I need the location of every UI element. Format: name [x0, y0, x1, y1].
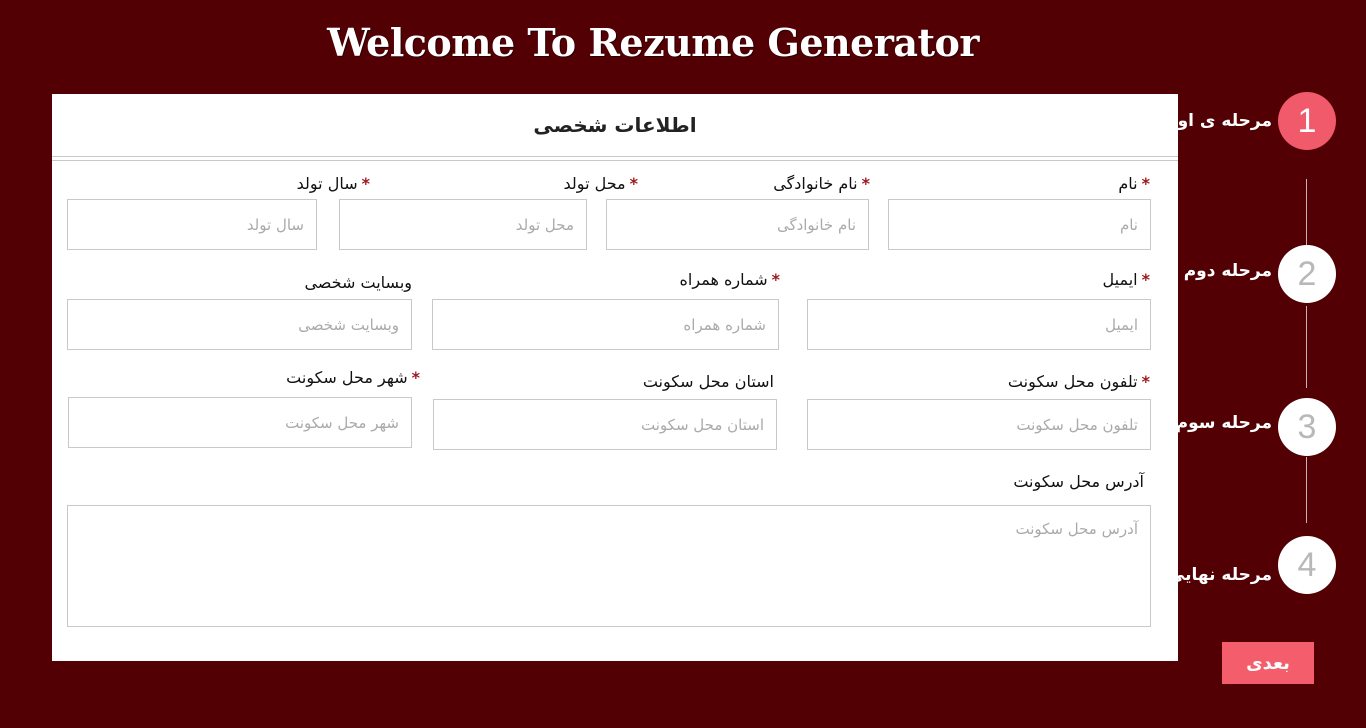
website-label: وبسایت شخصی: [304, 273, 412, 292]
step-connector: [1306, 457, 1307, 523]
step-4-circle: 4: [1278, 536, 1336, 594]
mobile-input[interactable]: [432, 299, 779, 350]
required-mark: *: [771, 270, 780, 289]
section-title: اطلاعات شخصی: [533, 113, 697, 137]
required-mark: *: [861, 174, 870, 193]
address-textarea[interactable]: [67, 505, 1151, 627]
city-input[interactable]: [68, 397, 412, 448]
step-1-label: مرحله ی اول: [1162, 111, 1272, 131]
header-divider: [52, 156, 1178, 157]
last-name-input[interactable]: [606, 199, 869, 250]
province-label: استان محل سکونت: [642, 372, 774, 391]
email-input[interactable]: [807, 299, 1151, 350]
step-2-circle: 2: [1278, 245, 1336, 303]
personal-info-card: اطلاعات شخصی *نام *نام خانوادگی *محل تول…: [52, 94, 1178, 661]
required-mark: *: [1141, 372, 1150, 391]
birth-place-label: *محل تولد: [563, 174, 638, 193]
required-mark: *: [361, 174, 370, 193]
home-phone-input[interactable]: [807, 399, 1151, 450]
required-mark: *: [629, 174, 638, 193]
mobile-label: *شماره همراه: [679, 270, 780, 289]
next-button[interactable]: بعدی: [1222, 642, 1314, 684]
email-label: *ایمیل: [1102, 270, 1150, 289]
last-name-label: *نام خانوادگی: [773, 174, 870, 193]
page-title: Welcome To Rezume Generator: [327, 20, 979, 65]
first-name-label: *نام: [1118, 174, 1150, 193]
province-input[interactable]: [433, 399, 777, 450]
first-name-input[interactable]: [888, 199, 1151, 250]
step-1-circle: 1: [1278, 92, 1336, 150]
step-4-label: مرحله نهایی: [1167, 565, 1272, 585]
home-phone-label: *تلفون محل سکونت: [1007, 372, 1150, 391]
step-3-label: مرحله سوم: [1175, 413, 1272, 433]
address-label: آدرس محل سکونت: [1013, 472, 1144, 491]
birth-year-input[interactable]: [67, 199, 317, 250]
city-label: *شهر محل سکونت: [286, 368, 420, 387]
step-connector: [1306, 306, 1307, 388]
required-mark: *: [1141, 174, 1150, 193]
step-progress: 1 مرحله ی اول 2 مرحله دوم 3 مرحله سوم 4 …: [1163, 90, 1366, 610]
required-mark: *: [411, 368, 420, 387]
step-3-circle: 3: [1278, 398, 1336, 456]
website-input[interactable]: [67, 299, 412, 350]
birth-place-input[interactable]: [339, 199, 587, 250]
required-mark: *: [1141, 270, 1150, 289]
step-2-label: مرحله دوم: [1183, 261, 1272, 281]
birth-year-label: *سال تولد: [296, 174, 370, 193]
header-divider: [52, 160, 1178, 161]
